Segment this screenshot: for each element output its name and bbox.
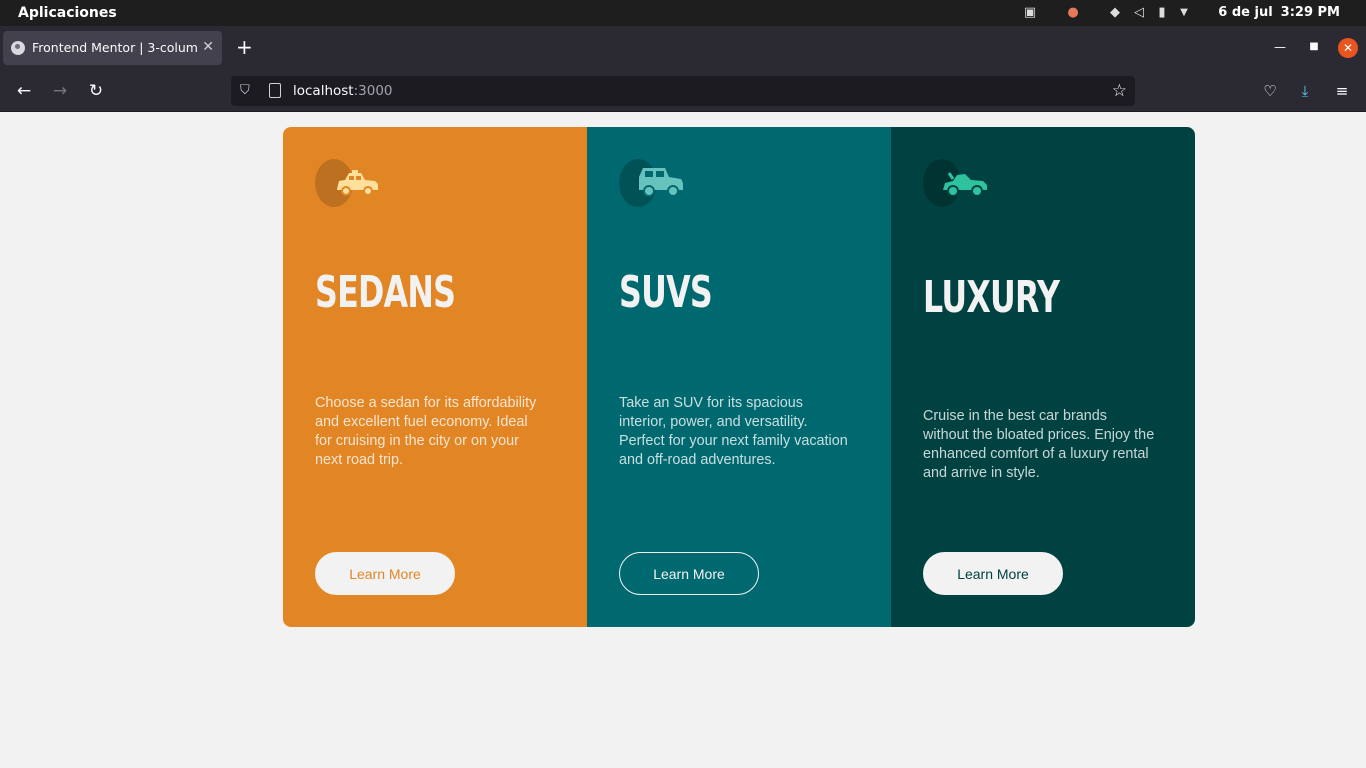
screen-share-icon[interactable]: ▣ xyxy=(1020,5,1040,21)
card-title: Sedans xyxy=(315,267,456,318)
notification-app-icon[interactable]: ● xyxy=(1064,5,1082,21)
url-port: :3000 xyxy=(353,83,393,99)
card-sedans: Sedans Choose a sedan for its affordabil… xyxy=(283,127,587,627)
tracking-protection-icon[interactable]: ⛉ xyxy=(240,83,254,99)
clock[interactable]: 6 de jul 3:29 PM xyxy=(1210,5,1340,20)
luxury-car-icon xyxy=(923,159,987,207)
card-title: SUVs xyxy=(619,267,713,318)
card-title: Luxury xyxy=(923,272,1060,323)
chevron-down-icon[interactable]: ▼ xyxy=(1176,5,1192,21)
url-host: localhost xyxy=(293,83,354,99)
applications-menu[interactable]: Aplicaciones xyxy=(18,5,117,21)
new-tab-icon[interactable]: + xyxy=(236,37,253,57)
url-text[interactable]: localhost:3000 xyxy=(293,83,393,99)
card-luxury: Luxury Cruise in the best car brands wit… xyxy=(891,127,1195,627)
back-arrow-icon[interactable]: ← xyxy=(13,80,35,102)
wifi-icon[interactable]: ◆ xyxy=(1106,5,1124,21)
pocket-icon[interactable]: ♡ xyxy=(1259,80,1281,102)
clock-time: 3:29 PM xyxy=(1280,5,1340,20)
close-tab-icon[interactable]: ✕ xyxy=(202,39,214,55)
battery-icon[interactable]: ▮ xyxy=(1154,5,1170,21)
tab-title: Frontend Mentor | 3-column preview card … xyxy=(32,40,197,55)
card-description: Choose a sedan for its affordability and… xyxy=(315,395,537,468)
bookmark-star-icon[interactable]: ☆ xyxy=(1112,81,1127,101)
menu-hamburger-icon[interactable]: ≡ xyxy=(1331,80,1353,102)
downloads-icon[interactable]: ⤓ xyxy=(1294,80,1316,102)
window-close-icon[interactable]: ✕ xyxy=(1338,38,1358,58)
url-bar[interactable]: ⛉ localhost:3000 ☆ xyxy=(231,76,1135,106)
reload-icon[interactable]: ↻ xyxy=(85,80,107,102)
preview-card-component: Sedans Choose a sedan for its affordabil… xyxy=(283,127,1195,627)
browser-nav-bar: ← → ↻ ⛉ localhost:3000 ☆ ♡ ⤓ ≡ xyxy=(0,70,1366,112)
sedan-car-icon xyxy=(315,159,378,207)
os-top-bar: Aplicaciones ▣ ● ◆ ◁ ▮ ▼ 6 de jul 3:29 PM xyxy=(0,0,1366,26)
card-suvs: SUVs Take an SUV for its spacious interi… xyxy=(587,127,891,627)
maximize-icon[interactable]: ■ xyxy=(1304,38,1324,56)
clock-date: 6 de jul xyxy=(1218,5,1273,20)
forward-arrow-icon[interactable]: → xyxy=(49,80,71,102)
volume-icon[interactable]: ◁ xyxy=(1130,5,1148,21)
minimize-icon[interactable]: — xyxy=(1270,38,1290,56)
learn-more-button[interactable]: Learn More xyxy=(619,552,759,595)
learn-more-button[interactable]: Learn More xyxy=(923,552,1063,595)
card-description: Take an SUV for its spacious interior, p… xyxy=(619,395,848,468)
suv-car-icon xyxy=(619,159,683,207)
browser-tab-bar: Frontend Mentor | 3-column preview card … xyxy=(0,26,1366,70)
card-description: Cruise in the best car brands without th… xyxy=(923,408,1155,481)
learn-more-button[interactable]: Learn More xyxy=(315,552,455,595)
browser-tab-active[interactable]: Frontend Mentor | 3-column preview card … xyxy=(3,31,222,65)
page-info-icon[interactable] xyxy=(269,83,281,98)
favicon-icon xyxy=(11,41,25,55)
